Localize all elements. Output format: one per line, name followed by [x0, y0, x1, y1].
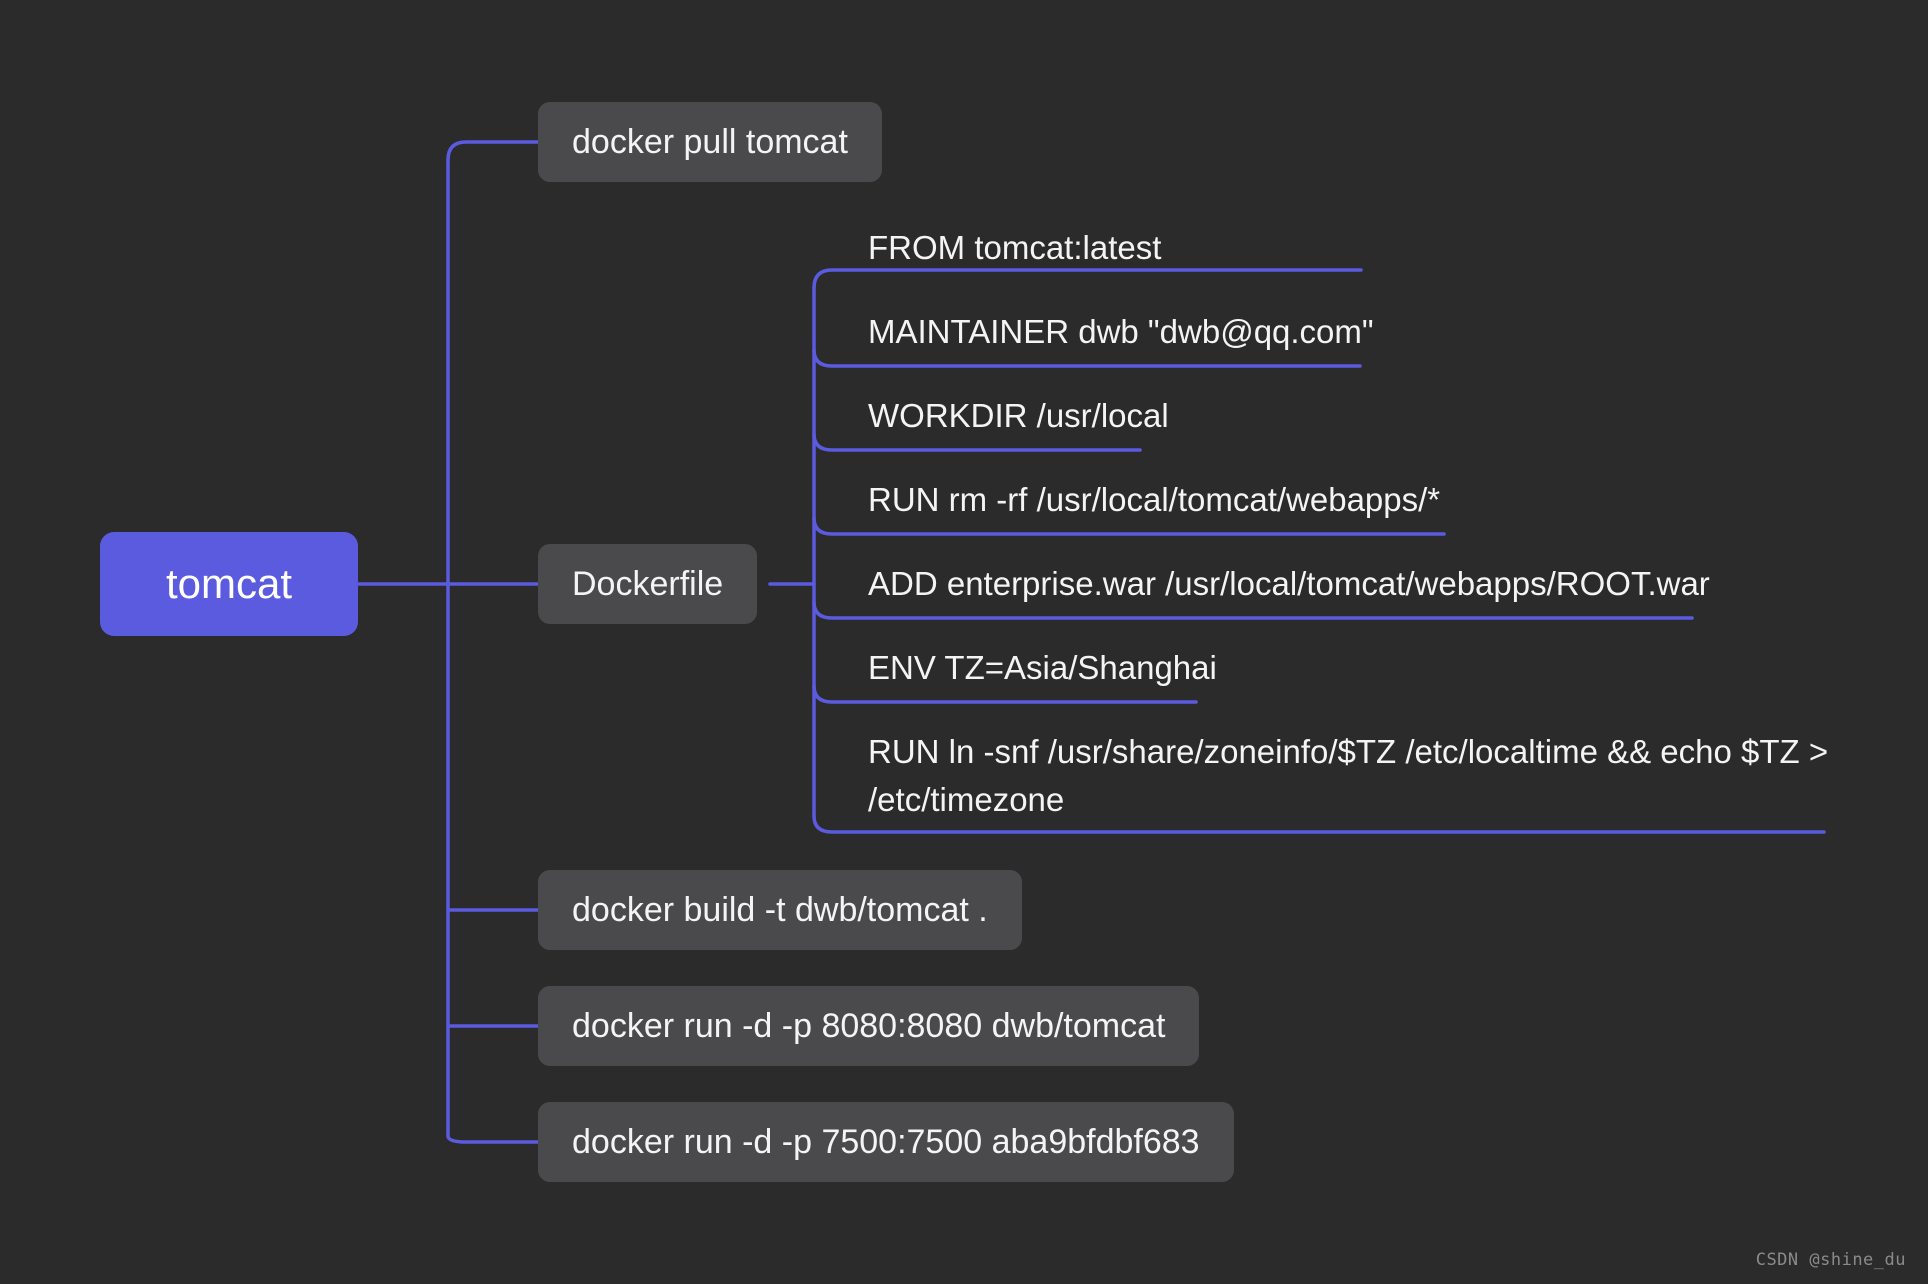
connector-branch-4 [446, 1134, 540, 1144]
dockerfile-line-maintainer[interactable]: MAINTAINER dwb "dwb@qq.com" [868, 308, 1828, 358]
dockerfile-line-env[interactable]: ENV TZ=Asia/Shanghai [868, 644, 1828, 694]
mindmap-node-docker-pull[interactable]: docker pull tomcat [538, 102, 882, 182]
dockerfile-line-label: ENV TZ=Asia/Shanghai [868, 649, 1217, 686]
dockerfile-line-add[interactable]: ADD enterprise.war /usr/local/tomcat/web… [868, 560, 1888, 610]
dockerfile-line-label: RUN rm -rf /usr/local/tomcat/webapps/* [868, 481, 1441, 518]
dockerfile-line-label: FROM tomcat:latest [868, 229, 1162, 266]
dockerfile-line-workdir[interactable]: WORKDIR /usr/local [868, 392, 1828, 442]
mindmap-node-dockerfile[interactable]: Dockerfile [538, 544, 758, 624]
mindmap-root-node[interactable]: tomcat [100, 532, 358, 636]
mindmap-node-label: docker build -t dwb/tomcat . [572, 890, 988, 929]
watermark: CSDN @shine_du [1755, 1250, 1906, 1270]
mindmap-node-docker-run-7500[interactable]: docker run -d -p 7500:7500 aba9bfdbf683 [538, 1102, 1234, 1182]
mindmap-node-label: docker run -d -p 8080:8080 dwb/tomcat [572, 1006, 1166, 1045]
mindmap-node-label: docker run -d -p 7500:7500 aba9bfdbf683 [572, 1122, 1200, 1161]
dockerfile-line-run-ln[interactable]: RUN ln -snf /usr/share/zoneinfo/$TZ /etc… [868, 728, 1868, 838]
connector-lines [356, 140, 1826, 1144]
mindmap-node-label: Dockerfile [572, 564, 724, 603]
dockerfile-line-label: WORKDIR /usr/local [868, 397, 1169, 434]
dockerfile-line-from[interactable]: FROM tomcat:latest [868, 224, 1828, 274]
dockerfile-line-label: ADD enterprise.war /usr/local/tomcat/web… [868, 565, 1710, 602]
connector-branch-0 [446, 140, 540, 162]
mindmap-canvas: tomcat docker pull tomcat Dockerfile doc… [0, 0, 1928, 1284]
dockerfile-line-label: RUN ln -snf /usr/share/zoneinfo/$TZ /etc… [868, 733, 1829, 818]
dockerfile-line-run-rm[interactable]: RUN rm -rf /usr/local/tomcat/webapps/* [868, 476, 1868, 526]
mindmap-node-docker-run-8080[interactable]: docker run -d -p 8080:8080 dwb/tomcat [538, 986, 1200, 1066]
mindmap-root-label: tomcat [165, 560, 293, 607]
mindmap-node-label: docker pull tomcat [572, 122, 848, 161]
dockerfile-line-label: MAINTAINER dwb "dwb@qq.com" [868, 313, 1374, 350]
mindmap-node-docker-build[interactable]: docker build -t dwb/tomcat . [538, 870, 1022, 950]
